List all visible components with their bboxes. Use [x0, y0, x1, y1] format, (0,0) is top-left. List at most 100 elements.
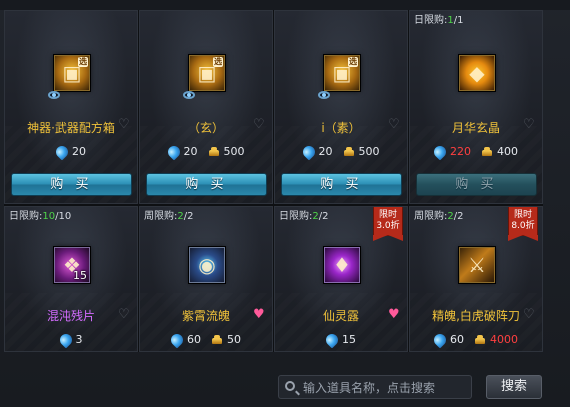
item-quantity: 15 [73, 269, 87, 282]
shop-item-card[interactable]: 周限购:2/2 ◉ 紫霄流魄 ♥ 60 50 [139, 206, 273, 352]
limit-total: 1 [457, 15, 464, 26]
limit-total: 2 [322, 211, 329, 222]
gold-price: 500 [358, 145, 380, 158]
select-tag: 选 [348, 57, 358, 67]
item-price: 20 [5, 143, 137, 160]
weapon-recipe-chest-icon[interactable]: ▣ 选 [54, 55, 90, 91]
purchase-limit: 周限购:2/2 [414, 207, 464, 222]
item-price: 3 [5, 331, 137, 348]
sword-icon: ⚔ [468, 253, 486, 277]
limit-label: 日限购: [9, 211, 43, 222]
crystal-icon: ◆ [469, 61, 485, 85]
chaos-fragment-icon[interactable]: ❖ 15 [54, 247, 90, 283]
heart-icon[interactable]: ♥ [388, 308, 400, 321]
heart-icon[interactable]: ♡ [523, 118, 535, 131]
su-chest-icon[interactable]: ▣ 选 [324, 55, 360, 91]
fairy-dew-icon[interactable]: ♦ [324, 247, 360, 283]
shop-grid: ▣ 选 神器·武器配方箱 ♡ 20 购 买 ▣ 选 （玄） ♡ 20 500 购… [4, 10, 543, 352]
gem-icon [165, 143, 182, 160]
limit-label: 周限购: [414, 211, 448, 222]
gold-icon [474, 335, 486, 344]
limit-label: 日限购: [414, 15, 448, 26]
purchase-limit: 日限购:2/2 [279, 207, 329, 222]
gem-price: 15 [342, 333, 356, 346]
limit-total: 2 [457, 211, 464, 222]
purchase-limit: 日限购:10/10 [9, 207, 71, 222]
preview-eye-icon[interactable] [48, 91, 60, 99]
search-input[interactable] [301, 378, 471, 398]
item-price: 60 4000 [410, 331, 542, 348]
item-price: 220 400 [410, 143, 542, 160]
discount-ribbon: 限时 8.0折 [508, 207, 538, 241]
preview-eye-icon[interactable] [183, 91, 195, 99]
gem-icon [323, 331, 341, 348]
buy-button[interactable]: 购 买 [146, 173, 267, 196]
gold-price: 400 [497, 145, 518, 158]
item-price: 20 500 [275, 143, 407, 160]
top-strip [0, 0, 570, 10]
gem-icon [431, 331, 449, 348]
shop-item-card[interactable]: 日限购:1/1 ◆ 月华玄晶 ♡ 220 400 购 买 [409, 10, 543, 204]
ribbon-line2: 3.0折 [376, 221, 400, 231]
ribbon-line1: 限时 [378, 210, 397, 220]
item-price: 20 500 [140, 143, 272, 160]
gem-price: 60 [450, 333, 464, 346]
gem-price: 3 [75, 333, 83, 346]
moon-crystal-icon[interactable]: ◆ [459, 55, 495, 91]
shop-item-card[interactable]: 周限购:2/2 限时 8.0折 ⚔ 精魄,白虎破阵刀 ♡ 60 4000 [409, 206, 543, 352]
heart-icon[interactable]: ♡ [118, 118, 130, 131]
gem-icon [57, 331, 74, 348]
limit-total: 10 [58, 211, 72, 222]
gold-price: 50 [227, 333, 241, 346]
search-box[interactable] [278, 375, 472, 399]
limit-total: 2 [187, 211, 194, 222]
white-tiger-blade-icon[interactable]: ⚔ [459, 247, 495, 283]
gem-price: 20 [183, 145, 198, 158]
limit-label: 日限购: [279, 211, 313, 222]
heart-icon[interactable]: ♡ [118, 308, 130, 321]
xuan-chest-icon[interactable]: ▣ 选 [189, 55, 225, 91]
gold-icon [481, 147, 493, 156]
gem-icon [300, 143, 317, 160]
limit-label: 周限购: [144, 211, 178, 222]
item-price: 60 50 [140, 331, 272, 348]
buy-button[interactable]: 购 买 [281, 173, 402, 196]
shop-item-card[interactable]: ▣ 选 i（素） ♡ 20 500 购 买 [274, 10, 408, 204]
gem-price: 20 [72, 145, 86, 158]
gem-icon [168, 331, 186, 348]
purchase-limit: 日限购:1/1 [414, 11, 464, 26]
gold-price: 4000 [490, 333, 518, 346]
shop-item-card[interactable]: 日限购:10/10 ❖ 15 混沌残片 ♡ 3 [4, 206, 138, 352]
purchase-limit: 周限购:2/2 [144, 207, 194, 222]
shop-item-card[interactable]: ▣ 选 神器·武器配方箱 ♡ 20 购 买 [4, 10, 138, 204]
heart-icon[interactable]: ♡ [253, 118, 265, 131]
shop-item-card[interactable]: 日限购:2/2 限时 3.0折 ♦ 仙灵露 ♥ 15 [274, 206, 408, 352]
gem-price: 20 [318, 145, 333, 158]
heart-icon[interactable]: ♥ [253, 308, 265, 321]
search-icon [285, 381, 295, 391]
gem-icon [431, 143, 449, 160]
gem-price: 60 [187, 333, 201, 346]
shop-item-card[interactable]: ▣ 选 （玄） ♡ 20 500 购 买 [139, 10, 273, 204]
preview-eye-icon[interactable] [318, 91, 330, 99]
orb-icon: ◉ [198, 253, 216, 277]
gold-price: 500 [223, 145, 245, 158]
heart-icon[interactable]: ♡ [523, 308, 535, 321]
item-price: 15 [275, 331, 407, 348]
heart-icon[interactable]: ♡ [388, 118, 400, 131]
discount-ribbon: 限时 3.0折 [373, 207, 403, 241]
limit-current: 10 [42, 211, 56, 222]
search-button[interactable]: 搜索 [486, 375, 542, 399]
select-tag: 选 [78, 57, 88, 67]
buy-button[interactable]: 购 买 [11, 173, 132, 196]
gem-price: 220 [450, 145, 471, 158]
buy-button-disabled: 购 买 [416, 173, 537, 196]
shop-window: ▣ 选 神器·武器配方箱 ♡ 20 购 买 ▣ 选 （玄） ♡ 20 500 购… [0, 0, 570, 407]
ribbon-line2: 8.0折 [511, 221, 535, 231]
gold-icon [208, 147, 220, 156]
zixiao-soul-icon[interactable]: ◉ [189, 247, 225, 283]
select-tag: 选 [213, 57, 223, 67]
gem-icon [53, 143, 71, 160]
ribbon-line1: 限时 [513, 210, 532, 220]
gold-icon [211, 335, 223, 344]
